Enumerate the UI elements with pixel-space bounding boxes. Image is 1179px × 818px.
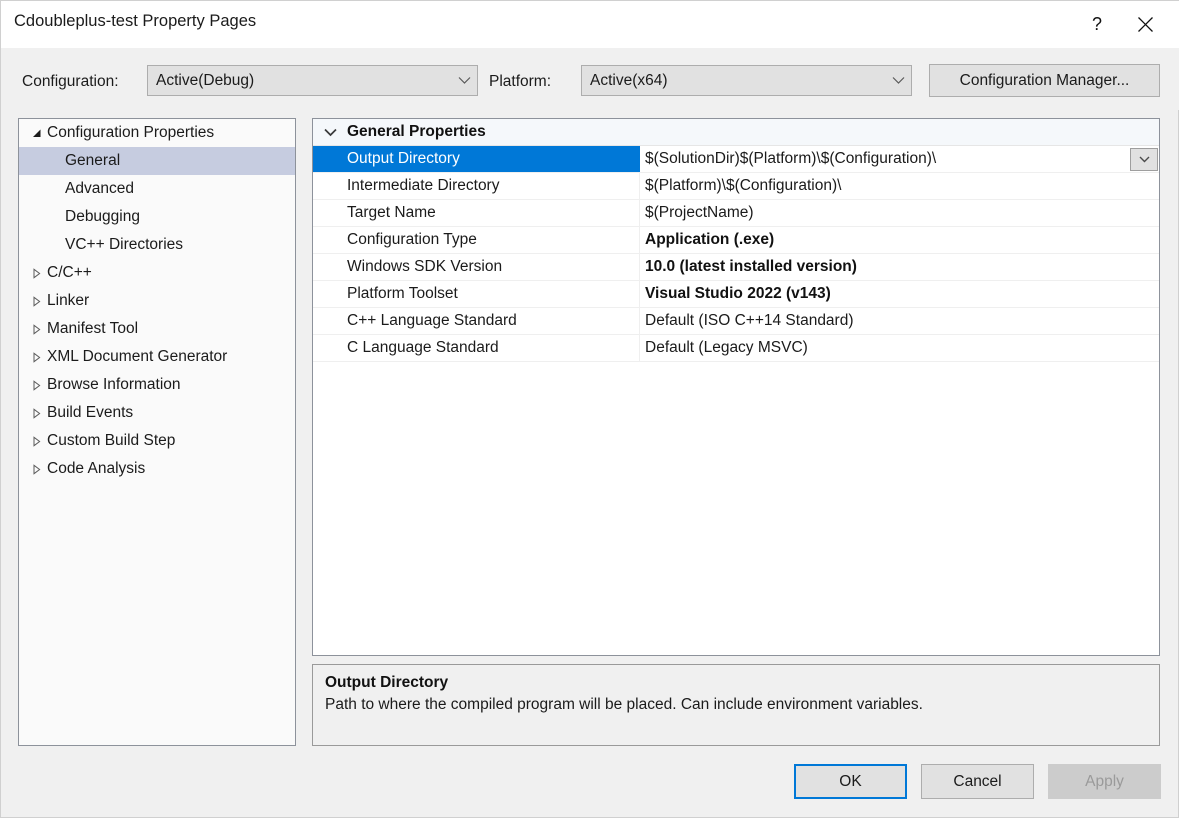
property-description-text: Path to where the compiled program will … [325, 696, 1147, 714]
property-value-text: $(SolutionDir)$(Platform)\$(Configuratio… [645, 150, 936, 168]
property-name: C Language Standard [313, 335, 640, 361]
sidebar-item-label: C/C++ [45, 264, 92, 282]
sidebar-item-manifest-tool[interactable]: Manifest Tool [19, 315, 295, 343]
property-category-header[interactable]: General Properties [313, 119, 1159, 146]
sidebar-item-label: VC++ Directories [65, 236, 183, 254]
sidebar-item-xml-document-generator[interactable]: XML Document Generator [19, 343, 295, 371]
configuration-combo[interactable]: Active(Debug) [147, 65, 478, 96]
property-value-text: Default (Legacy MSVC) [645, 339, 808, 357]
triangle-expanded-icon[interactable] [27, 128, 45, 139]
sidebar-item-label: Browse Information [45, 376, 181, 394]
sidebar-item-label: Manifest Tool [45, 320, 138, 338]
sidebar-item-label: General [65, 152, 120, 170]
property-row[interactable]: Intermediate Directory $(Platform)\$(Conf… [313, 173, 1159, 200]
property-value[interactable]: $(SolutionDir)$(Platform)\$(Configuratio… [640, 146, 1159, 172]
cancel-button[interactable]: Cancel [921, 764, 1034, 799]
triangle-collapsed-icon[interactable] [27, 408, 45, 419]
property-row[interactable]: C++ Language Standard Default (ISO C++14 … [313, 308, 1159, 335]
triangle-collapsed-icon[interactable] [27, 268, 45, 279]
property-value-text: Application (.exe) [645, 231, 774, 249]
sidebar-item-vc-directories[interactable]: VC++ Directories [19, 231, 295, 259]
property-category-label: General Properties [347, 123, 486, 141]
chevron-down-icon [313, 128, 347, 137]
configuration-properties-tree: Configuration Properties General Advanced D… [18, 118, 296, 746]
property-value[interactable]: Application (.exe) [640, 227, 1159, 253]
property-value-text: 10.0 (latest installed version) [645, 258, 857, 276]
platform-label: Platform: [489, 73, 551, 91]
chevron-down-icon [451, 76, 477, 85]
property-value-dropdown-button[interactable] [1130, 148, 1158, 171]
property-value[interactable]: 10.0 (latest installed version) [640, 254, 1159, 280]
property-value-text: Visual Studio 2022 (v143) [645, 285, 831, 303]
property-value[interactable]: Default (Legacy MSVC) [640, 335, 1159, 361]
configuration-label: Configuration: [22, 73, 119, 91]
property-name: Configuration Type [313, 227, 640, 253]
sidebar-item-configuration-properties[interactable]: Configuration Properties [19, 119, 295, 147]
sidebar-item-label: Code Analysis [45, 460, 145, 478]
triangle-collapsed-icon[interactable] [27, 464, 45, 475]
close-icon[interactable] [1122, 1, 1168, 48]
configuration-combo-value: Active(Debug) [148, 72, 451, 90]
configuration-manager-button[interactable]: Configuration Manager... [929, 64, 1160, 97]
property-row[interactable]: Target Name $(ProjectName) [313, 200, 1159, 227]
sidebar-item-label: Debugging [65, 208, 140, 226]
property-grid-rows: Output Directory $(SolutionDir)$(Platform… [313, 146, 1159, 362]
sidebar-item-general[interactable]: General [19, 147, 295, 175]
platform-combo-value: Active(x64) [582, 72, 885, 90]
triangle-collapsed-icon[interactable] [27, 296, 45, 307]
property-value[interactable]: Visual Studio 2022 (v143) [640, 281, 1159, 307]
property-row[interactable]: Platform Toolset Visual Studio 2022 (v143… [313, 281, 1159, 308]
sidebar-item-c-c[interactable]: C/C++ [19, 259, 295, 287]
property-grid: General Properties Output Directory $(Sol… [312, 118, 1160, 656]
property-pages-dialog: Cdoubleplus-test Property Pages ? Config… [0, 0, 1179, 818]
window-title: Cdoubleplus-test Property Pages [14, 12, 256, 31]
triangle-collapsed-icon[interactable] [27, 324, 45, 335]
property-value[interactable]: $(Platform)\$(Configuration)\ [640, 173, 1159, 199]
property-value[interactable]: $(ProjectName) [640, 200, 1159, 226]
property-row[interactable]: Output Directory $(SolutionDir)$(Platform… [313, 146, 1159, 173]
triangle-collapsed-icon[interactable] [27, 380, 45, 391]
triangle-collapsed-icon[interactable] [27, 436, 45, 447]
property-description-panel: Output Directory Path to where the compi… [312, 664, 1160, 746]
sidebar-item-label: Linker [45, 292, 89, 310]
property-name: Windows SDK Version [313, 254, 640, 280]
property-name: Platform Toolset [313, 281, 640, 307]
sidebar-item-linker[interactable]: Linker [19, 287, 295, 315]
property-value-text: $(ProjectName) [645, 204, 754, 222]
platform-combo[interactable]: Active(x64) [581, 65, 912, 96]
property-name: Target Name [313, 200, 640, 226]
property-name: Intermediate Directory [313, 173, 640, 199]
apply-button: Apply [1048, 764, 1161, 799]
property-row[interactable]: Configuration Type Application (.exe) [313, 227, 1159, 254]
sidebar-item-advanced[interactable]: Advanced [19, 175, 295, 203]
sidebar-item-label: Advanced [65, 180, 134, 198]
chevron-down-icon [885, 76, 911, 85]
sidebar-item-code-analysis[interactable]: Code Analysis [19, 455, 295, 483]
sidebar-item-label: Custom Build Step [45, 432, 175, 450]
sidebar-item-custom-build-step[interactable]: Custom Build Step [19, 427, 295, 455]
sidebar-item-label: Build Events [45, 404, 133, 422]
ok-button[interactable]: OK [794, 764, 907, 799]
property-name: C++ Language Standard [313, 308, 640, 334]
sidebar-item-label: XML Document Generator [45, 348, 227, 366]
property-row[interactable]: Windows SDK Version 10.0 (latest installe… [313, 254, 1159, 281]
help-icon[interactable]: ? [1074, 1, 1120, 48]
property-row[interactable]: C Language Standard Default (Legacy MSVC) [313, 335, 1159, 362]
sidebar-item-debugging[interactable]: Debugging [19, 203, 295, 231]
property-name: Output Directory [313, 146, 640, 172]
title-bar: Cdoubleplus-test Property Pages ? [1, 1, 1179, 48]
property-value-text: $(Platform)\$(Configuration)\ [645, 177, 841, 195]
sidebar-item-browse-information[interactable]: Browse Information [19, 371, 295, 399]
property-description-title: Output Directory [325, 674, 1147, 692]
property-value-text: Default (ISO C++14 Standard) [645, 312, 854, 330]
sidebar-item-label: Configuration Properties [45, 124, 214, 142]
triangle-collapsed-icon[interactable] [27, 352, 45, 363]
sidebar-item-build-events[interactable]: Build Events [19, 399, 295, 427]
property-value[interactable]: Default (ISO C++14 Standard) [640, 308, 1159, 334]
